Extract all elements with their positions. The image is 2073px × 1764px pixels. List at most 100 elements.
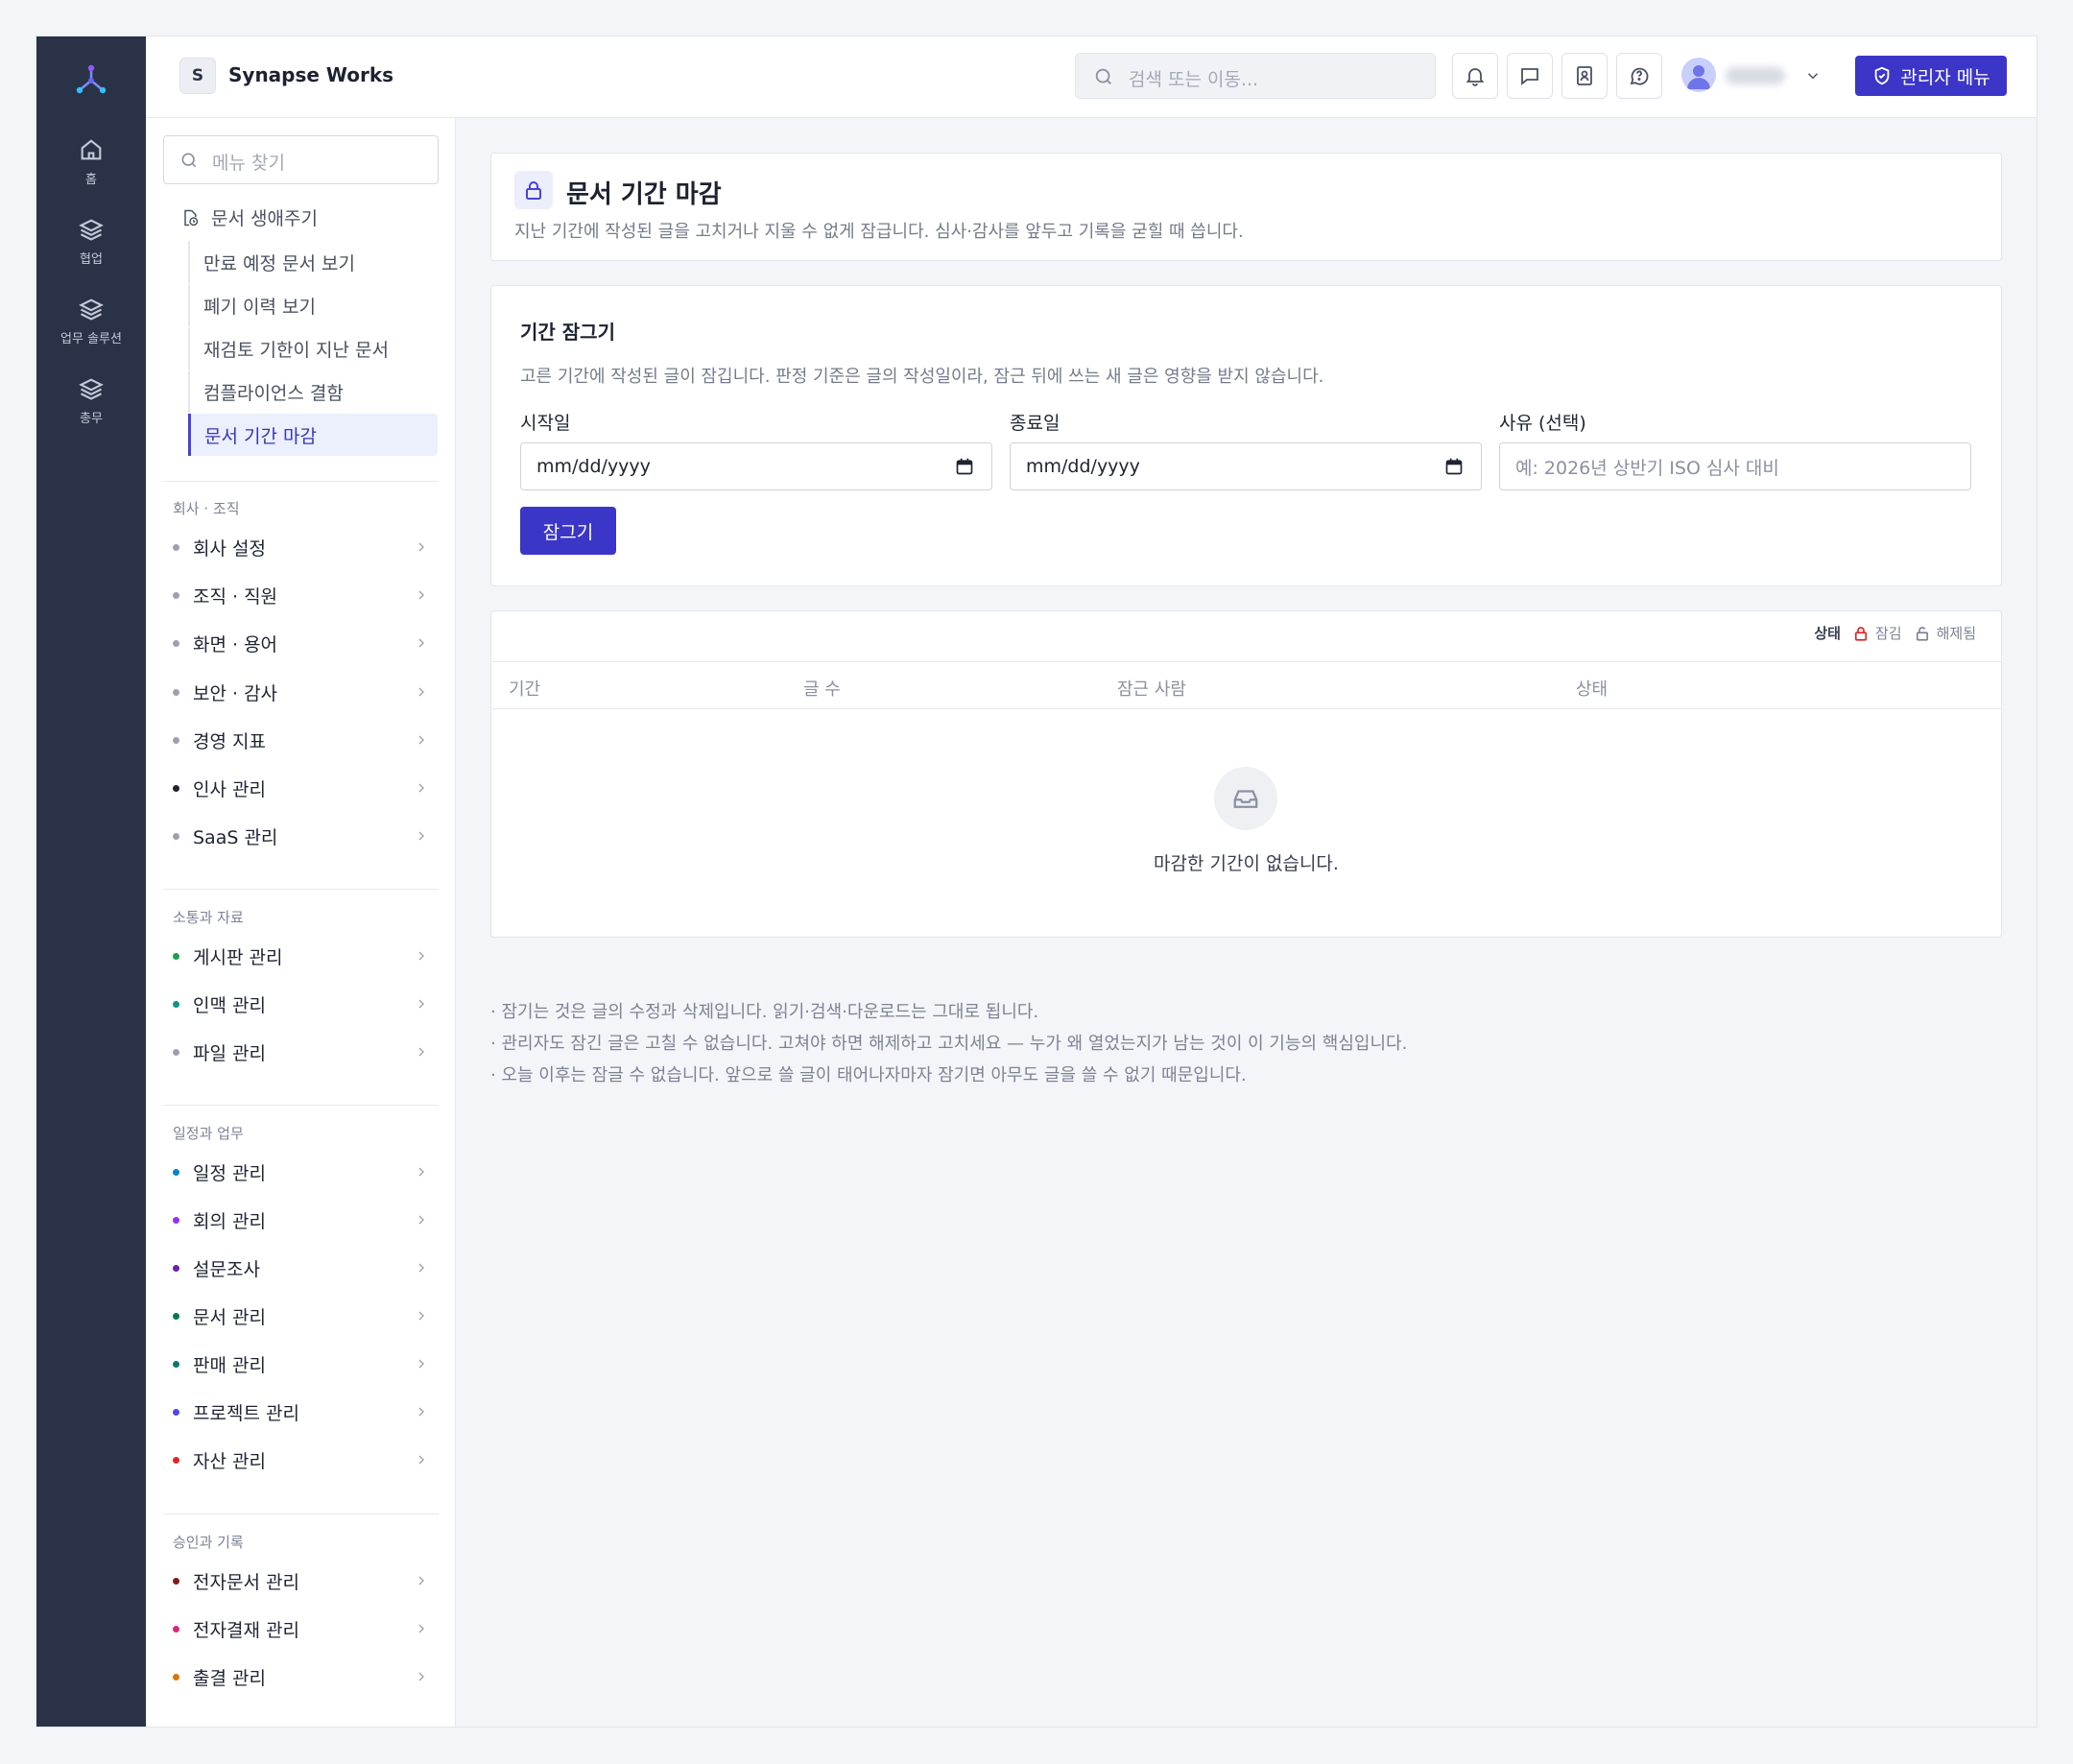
sidebar-group-lifecycle[interactable]: 문서 생애주기 bbox=[180, 204, 318, 230]
rail-item-collab[interactable]: 협업 bbox=[36, 216, 146, 267]
help-button[interactable] bbox=[1616, 53, 1662, 99]
sidebar-item-meetings[interactable]: 회의 관리 bbox=[173, 1203, 439, 1237]
calendar-icon[interactable] bbox=[1444, 457, 1464, 476]
sidebar-item-projects[interactable]: 프로젝트 관리 bbox=[173, 1395, 439, 1429]
chat-icon bbox=[1521, 68, 1538, 85]
calendar-icon[interactable] bbox=[955, 457, 974, 476]
status-dot bbox=[173, 1312, 179, 1320]
workspace-badge[interactable]: S bbox=[179, 58, 216, 94]
sidebar-item-company-settings[interactable]: 회사 설정 bbox=[173, 530, 439, 564]
sidebar-item-files[interactable]: 파일 관리 bbox=[173, 1035, 439, 1069]
sidebar-item-label: 프로젝트 관리 bbox=[193, 1402, 299, 1424]
status-dot bbox=[173, 1000, 179, 1008]
admin-menu-button[interactable]: 관리자 메뉴 bbox=[1855, 56, 2007, 96]
sidebar-item-surveys[interactable]: 설문조사 bbox=[173, 1251, 439, 1285]
help-note: · 잠기는 것은 글의 수정과 삭제입니다. 읽기·검색·다운로드는 그대로 됩… bbox=[490, 1002, 1039, 1022]
sidebar-item-network[interactable]: 인맥 관리 bbox=[173, 987, 439, 1021]
layers-icon bbox=[79, 378, 104, 400]
reason-placeholder: 예: 2026년 상반기 ISO 심사 대비 bbox=[1515, 457, 1779, 479]
sidebar-item-label: 경영 지표 bbox=[193, 730, 266, 752]
user-name-redacted[interactable] bbox=[1726, 67, 1785, 84]
status-dot bbox=[173, 784, 179, 792]
column-header-count[interactable]: 글 수 bbox=[803, 676, 841, 701]
status-dot bbox=[173, 832, 179, 840]
chevron-right-icon bbox=[418, 638, 424, 648]
chevron-right-icon bbox=[418, 999, 424, 1009]
chevron-right-icon bbox=[418, 783, 424, 793]
sidebar-item-e-documents[interactable]: 전자문서 관리 bbox=[173, 1563, 439, 1598]
lock-submit-button[interactable]: 잠그기 bbox=[520, 507, 616, 555]
sidebar-divider bbox=[163, 481, 439, 482]
sidebar-sub-compliance-defects[interactable]: 컴플라이언스 결함 bbox=[188, 370, 438, 413]
lock-icon bbox=[526, 181, 541, 200]
chevron-right-icon bbox=[418, 542, 424, 552]
sidebar-item-hr[interactable]: 인사 관리 bbox=[173, 771, 439, 805]
app-rail: 홈 협업 업무 솔루션 총무 bbox=[36, 36, 146, 1727]
page-title: 문서 기간 마감 bbox=[566, 180, 722, 209]
workspace-name[interactable]: Synapse Works bbox=[228, 63, 393, 86]
status-dot bbox=[173, 1168, 179, 1176]
lock-icon bbox=[1854, 626, 1868, 641]
column-header-period[interactable]: 기간 bbox=[509, 676, 540, 701]
sidebar-item-schedule[interactable]: 일정 관리 bbox=[173, 1155, 439, 1189]
sidebar-sub-period-close[interactable]: 문서 기간 마감 bbox=[188, 414, 438, 456]
inbox-icon bbox=[1233, 790, 1258, 808]
status-dot bbox=[173, 1048, 179, 1056]
global-search-input[interactable]: 검색 또는 이동... bbox=[1075, 53, 1436, 99]
page-header-card: 문서 기간 마감 지난 기간에 작성된 글을 고치거나 지울 수 없게 잠급니다… bbox=[490, 153, 2002, 261]
legend-unlocked-label: 해제됨 bbox=[1936, 625, 1976, 642]
menu-search-input[interactable]: 메뉴 찾기 bbox=[163, 135, 439, 184]
sidebar-item-assets[interactable]: 자산 관리 bbox=[173, 1442, 439, 1477]
status-dot bbox=[173, 1625, 179, 1633]
start-date-input[interactable]: mm/dd/yyyy bbox=[520, 442, 992, 490]
chevron-right-icon bbox=[418, 1263, 424, 1273]
sidebar-sub-overdue-review[interactable]: 재검토 기한이 지난 문서 bbox=[188, 327, 438, 369]
chevron-right-icon bbox=[418, 951, 424, 961]
chevron-down-icon[interactable] bbox=[1804, 67, 1822, 84]
rail-item-solutions[interactable]: 업무 솔루션 bbox=[36, 296, 146, 346]
notifications-button[interactable] bbox=[1452, 53, 1498, 99]
sidebar-sub-expiring[interactable]: 만료 예정 문서 보기 bbox=[188, 241, 438, 283]
layers-icon bbox=[79, 219, 104, 241]
sidebar-item-sales[interactable]: 판매 관리 bbox=[173, 1347, 439, 1381]
chevron-right-icon bbox=[418, 1672, 424, 1681]
menu-search-placeholder: 메뉴 찾기 bbox=[212, 153, 285, 174]
app-frame: 홈 협업 업무 솔루션 총무 S Synapse Works 검색 또는 이동.… bbox=[36, 36, 2037, 1728]
home-icon bbox=[81, 139, 102, 160]
end-date-input[interactable]: mm/dd/yyyy bbox=[1010, 442, 1482, 490]
sidebar-item-board[interactable]: 게시판 관리 bbox=[173, 939, 439, 973]
reason-input[interactable]: 예: 2026년 상반기 ISO 심사 대비 bbox=[1499, 442, 1971, 490]
sidebar-divider bbox=[163, 889, 439, 890]
sidebar-sub-disposal-history[interactable]: 폐기 이력 보기 bbox=[188, 284, 438, 326]
chevron-right-icon bbox=[418, 1047, 424, 1057]
column-header-locked-by[interactable]: 잠근 사람 bbox=[1117, 676, 1186, 701]
sidebar-item-documents[interactable]: 문서 관리 bbox=[173, 1299, 439, 1333]
start-date-label: 시작일 bbox=[520, 413, 571, 434]
sidebar-item-label: 회의 관리 bbox=[193, 1210, 266, 1232]
rail-item-label: 총무 bbox=[80, 412, 103, 426]
lock-form-title: 기간 잠그기 bbox=[520, 321, 615, 344]
contacts-button[interactable] bbox=[1561, 53, 1608, 99]
sidebar-item-attendance[interactable]: 출결 관리 bbox=[173, 1659, 439, 1694]
status-dot bbox=[173, 1456, 179, 1464]
sidebar-item-e-approval[interactable]: 전자결재 관리 bbox=[173, 1611, 439, 1646]
help-note: · 관리자도 잠긴 글은 고칠 수 없습니다. 고쳐야 하면 해제하고 고치세요… bbox=[490, 1034, 1408, 1054]
sidebar-item-label: 출결 관리 bbox=[193, 1667, 266, 1689]
sidebar-item-screen-terms[interactable]: 화면 · 용어 bbox=[173, 626, 439, 660]
app-logo-icon[interactable] bbox=[72, 60, 110, 98]
user-avatar[interactable] bbox=[1681, 58, 1716, 92]
sidebar-item-security-audit[interactable]: 보안 · 감사 bbox=[173, 675, 439, 709]
rail-item-label: 업무 솔루션 bbox=[60, 332, 122, 346]
sidebar-item-org-staff[interactable]: 조직 · 직원 bbox=[173, 578, 439, 612]
status-dot bbox=[173, 543, 179, 551]
bell-icon bbox=[1465, 68, 1485, 86]
messages-button[interactable] bbox=[1507, 53, 1553, 99]
sidebar-item-kpi[interactable]: 경영 지표 bbox=[173, 723, 439, 757]
lock-form-description: 고른 기간에 작성된 글이 잠깁니다. 판정 기준은 글의 작성일이라, 잠근 … bbox=[520, 367, 1324, 387]
column-header-status[interactable]: 상태 bbox=[1576, 676, 1608, 701]
status-dot bbox=[173, 1360, 179, 1368]
page-icon bbox=[514, 171, 553, 209]
rail-item-home[interactable]: 홈 bbox=[36, 136, 146, 187]
rail-item-general[interactable]: 총무 bbox=[36, 375, 146, 426]
sidebar-item-saas[interactable]: SaaS 관리 bbox=[173, 819, 439, 853]
